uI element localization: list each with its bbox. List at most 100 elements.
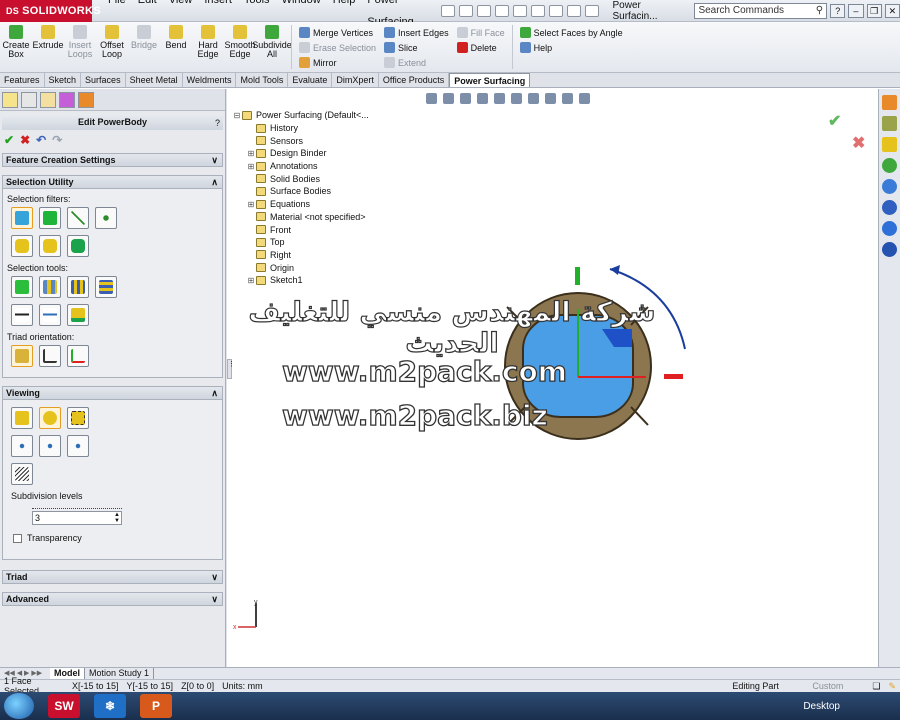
select-connected-button[interactable] — [39, 276, 61, 298]
graphics-area[interactable]: ⊟ Power Surfacing (Default<... History Se… — [232, 89, 878, 667]
open-icon[interactable] — [476, 4, 491, 17]
triad-local-button[interactable] — [39, 345, 61, 367]
expand-chevron-icon[interactable]: ∨ — [211, 593, 218, 605]
insert-edges-button[interactable]: Insert Edges — [384, 25, 449, 40]
mirror-button[interactable]: Mirror — [299, 55, 376, 70]
extend-button[interactable]: Extend — [384, 55, 449, 70]
view-box-mode-button[interactable] — [11, 407, 33, 429]
taskbar-app-1[interactable]: SW — [48, 694, 80, 718]
view-vertices-button[interactable] — [11, 435, 33, 457]
subdivide-all-button[interactable]: Subdivide All — [252, 25, 292, 59]
view-smooth-mode-button[interactable] — [39, 407, 61, 429]
close-icon[interactable]: ✕ — [884, 3, 900, 18]
tab-mold-tools[interactable]: Mold Tools — [236, 73, 289, 87]
subdivision-levels-spinner[interactable]: 3 ▲ ▼ — [32, 511, 122, 525]
select-icon[interactable] — [548, 4, 563, 17]
insert-loops-button[interactable]: Insert Loops — [65, 25, 95, 59]
help-button[interactable]: Help — [519, 40, 623, 55]
configuration-manager-tab-icon[interactable] — [40, 91, 56, 108]
rebuild-icon[interactable] — [566, 4, 581, 17]
select-loop-button[interactable] — [67, 276, 89, 298]
filter-body-outline-button[interactable] — [39, 235, 61, 257]
pin-icon[interactable] — [440, 4, 455, 17]
view-surface-lines-button[interactable] — [11, 463, 33, 485]
view-faces-button[interactable] — [67, 435, 89, 457]
display-manager-tab-icon[interactable] — [78, 91, 94, 108]
tab-surfaces[interactable]: Surfaces — [81, 73, 126, 87]
tab-power-surfacing[interactable]: Power Surfacing — [449, 73, 531, 87]
desktop-toolbar-label[interactable]: Desktop — [803, 701, 840, 712]
cancel-x-icon[interactable]: ✖ — [20, 133, 30, 147]
filter-points-button[interactable] — [95, 207, 117, 229]
filter-edge-button[interactable] — [67, 207, 89, 229]
filter-face-button[interactable] — [39, 207, 61, 229]
tab-dimxpert[interactable]: DimXpert — [332, 73, 379, 87]
triad-y-handle[interactable] — [575, 267, 580, 285]
search-input[interactable]: Search Commands — [698, 5, 784, 16]
help-question-icon[interactable]: ? — [830, 3, 846, 18]
solidworks-logo[interactable]: DS SOLIDWORKS — [0, 0, 101, 22]
search-icon[interactable]: ⚲ — [816, 5, 823, 16]
advanced-header[interactable]: Advanced ∨ — [2, 592, 223, 606]
view-palette-icon[interactable] — [882, 158, 897, 173]
solidworks-resources-icon[interactable] — [882, 95, 897, 110]
view-edges-button[interactable] — [39, 435, 61, 457]
triad-x-handle[interactable] — [664, 374, 683, 379]
status-pencil-icon[interactable]: ✎ — [884, 681, 900, 692]
grow-selection-button[interactable] — [11, 304, 33, 326]
new-document-icon[interactable] — [458, 4, 473, 17]
custom-properties-icon[interactable] — [882, 200, 897, 215]
hard-edge-button[interactable]: Hard Edge — [193, 25, 223, 59]
search-commands-box[interactable]: Search Commands ⚲ — [694, 2, 828, 19]
view-both-mode-button[interactable] — [67, 407, 89, 429]
appearances-icon[interactable] — [882, 179, 897, 194]
triad-screen-button[interactable] — [67, 345, 89, 367]
erase-selection-button[interactable]: Erase Selection — [299, 40, 376, 55]
subdivision-slider[interactable] — [32, 504, 122, 509]
dimxpert-tab-icon[interactable] — [59, 91, 75, 108]
select-ring-button[interactable] — [95, 276, 117, 298]
tab-office-products[interactable]: Office Products — [379, 73, 450, 87]
slice-button[interactable]: Slice — [384, 40, 449, 55]
transparency-checkbox[interactable] — [13, 533, 22, 543]
windows-start-button[interactable] — [4, 693, 34, 719]
undo-icon[interactable] — [530, 4, 545, 17]
invert-selection-button[interactable] — [67, 304, 89, 326]
tab-weldments[interactable]: Weldments — [183, 73, 237, 87]
property-manager-tab-icon[interactable] — [21, 91, 37, 108]
filter-body-green-button[interactable] — [67, 235, 89, 257]
options-icon[interactable] — [584, 4, 599, 17]
viewing-header[interactable]: Viewing ∧ — [2, 386, 223, 400]
collapse-chevron-icon[interactable]: ∧ — [211, 176, 218, 188]
extrude-button[interactable]: Extrude — [32, 25, 64, 59]
tab-motion-study-1[interactable]: Motion Study 1 — [85, 668, 155, 679]
file-explorer-icon[interactable] — [882, 137, 897, 152]
powersurfacing-tools-icon[interactable] — [882, 242, 897, 257]
expand-chevron-icon[interactable]: ∨ — [211, 571, 218, 583]
shrink-selection-button[interactable] — [39, 304, 61, 326]
status-rebuild-icon[interactable]: ❏ — [868, 681, 884, 692]
feature-manager-tab-icon[interactable] — [2, 91, 18, 108]
create-box-button[interactable]: Create Box — [1, 25, 31, 59]
spinner-arrows-icon[interactable]: ▲ ▼ — [114, 512, 120, 524]
select-all-button[interactable] — [11, 276, 33, 298]
collapse-chevron-icon[interactable]: ∧ — [211, 387, 218, 399]
ok-check-icon[interactable]: ✔ — [4, 133, 14, 147]
selection-utility-header[interactable]: Selection Utility ∧ — [2, 175, 223, 189]
feature-creation-settings-header[interactable]: Feature Creation Settings ∨ — [2, 153, 223, 167]
redo-arrow-icon[interactable]: ↷ — [52, 133, 62, 147]
filter-body-yellow-button[interactable] — [11, 235, 33, 257]
print-icon[interactable] — [512, 4, 527, 17]
restore-icon[interactable]: ❐ — [866, 3, 882, 18]
tab-sketch[interactable]: Sketch — [45, 73, 82, 87]
tab-evaluate[interactable]: Evaluate — [288, 73, 333, 87]
pm-help-button[interactable]: ? — [215, 115, 220, 131]
offset-loop-button[interactable]: Offset Loop — [97, 25, 127, 59]
taskbar-app-3[interactable]: P — [140, 694, 172, 718]
undo-arrow-icon[interactable]: ↶ — [36, 133, 46, 147]
tab-features[interactable]: Features — [0, 73, 45, 87]
smooth-edge-button[interactable]: Smooth Edge — [224, 25, 256, 59]
tab-sheet-metal[interactable]: Sheet Metal — [126, 73, 183, 87]
triad-global-button[interactable] — [11, 345, 33, 367]
bend-button[interactable]: Bend — [161, 25, 191, 59]
